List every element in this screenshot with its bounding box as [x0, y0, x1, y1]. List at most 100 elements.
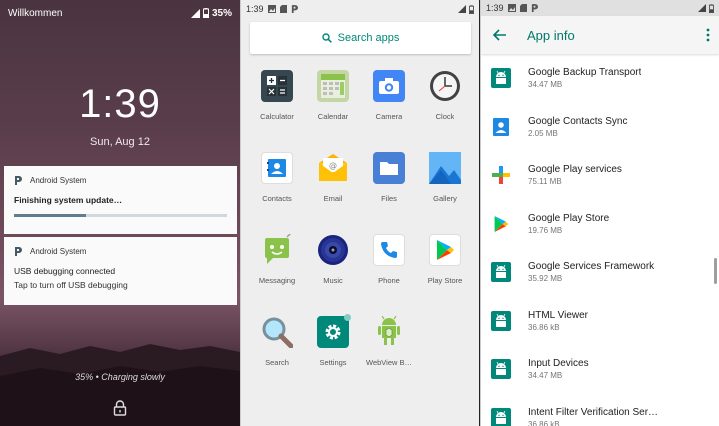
- app-size: 36.86 kB: [528, 419, 560, 426]
- carrier-label: Willkommen: [8, 7, 63, 19]
- android-icon: [491, 310, 511, 331]
- app-settings[interactable]: Settings: [305, 314, 361, 398]
- android-system-icon: [291, 5, 298, 13]
- app-list-row[interactable]: Google Backup Transport 34.47 MB: [481, 54, 719, 103]
- app-row-text: Google Contacts Sync 2.05 MB: [528, 116, 628, 138]
- lock-status-bar: Willkommen 35%: [0, 0, 240, 26]
- app-phone[interactable]: Phone: [361, 234, 417, 316]
- app-name: HTML Viewer: [528, 309, 589, 321]
- search-placeholder: Search apps: [337, 32, 400, 44]
- app-webview-browser[interactable]: WebView B…: [361, 316, 417, 398]
- more-options-button[interactable]: [697, 28, 719, 42]
- app-name: Google Play Store: [528, 212, 610, 224]
- app-label: Search: [265, 358, 289, 367]
- app-size: 75.11 MB: [528, 177, 562, 187]
- webview-icon: [373, 316, 405, 348]
- android-system-icon: [15, 247, 22, 256]
- app-list-row[interactable]: Google Contacts Sync 2.05 MB: [481, 103, 719, 152]
- app-list-row[interactable]: Google Play services 75.11 MB: [481, 151, 719, 200]
- notification-text: Tap to turn off USB debugging: [14, 280, 128, 290]
- app-contacts[interactable]: Contacts: [249, 152, 305, 234]
- phone-icon: [373, 234, 405, 266]
- list-scrollbar[interactable]: [714, 258, 717, 284]
- play-store-icon: [429, 234, 461, 266]
- app-label: Email: [323, 194, 343, 203]
- app-label: Messaging: [258, 276, 296, 285]
- contacts-icon: [261, 152, 293, 184]
- app-list-row[interactable]: Input Devices 34.47 MB: [481, 345, 719, 394]
- files-icon: [373, 152, 405, 184]
- app-search[interactable]: Search: [249, 316, 305, 398]
- android-icon: [491, 359, 511, 380]
- app-row-text: Google Play Store 19.76 MB: [528, 213, 609, 235]
- battery-icon: [202, 8, 209, 18]
- notification-title: USB debugging connected: [14, 266, 116, 276]
- image-notification-icon: [267, 5, 276, 13]
- play-store-icon: [491, 214, 511, 234]
- notification-usb-debugging[interactable]: Android System USB debugging connected T…: [4, 237, 237, 305]
- app-calendar[interactable]: Calendar: [305, 70, 361, 152]
- camera-icon: [373, 70, 405, 102]
- app-camera[interactable]: Camera: [361, 70, 417, 152]
- android-system-icon: [531, 4, 538, 12]
- app-name: Google Play services: [528, 164, 622, 176]
- app-list-row[interactable]: HTML Viewer 36.86 kB: [481, 297, 719, 346]
- app-list-row[interactable]: Google Services Framework 35.92 MB: [481, 248, 719, 297]
- app-size: 36.86 kB: [528, 322, 560, 332]
- battery-icon: [709, 3, 714, 13]
- lock-clock: 1:39: [79, 82, 161, 126]
- app-gallery[interactable]: Gallery: [417, 152, 473, 234]
- app-label: Camera: [375, 112, 403, 121]
- signal-icon: [458, 5, 466, 13]
- back-button[interactable]: [481, 29, 519, 41]
- notification-app-name: Android System: [30, 176, 87, 185]
- app-name: Intent Filter Verification Ser…: [528, 406, 659, 418]
- app-files[interactable]: Files: [361, 152, 417, 234]
- app-messaging[interactable]: Messaging: [249, 234, 305, 316]
- app-row-text: Google Services Framework 35.92 MB: [528, 261, 654, 283]
- page-title: App info: [527, 27, 575, 43]
- signal-icon: [190, 8, 200, 18]
- signal-icon: [698, 4, 706, 12]
- app-music[interactable]: Music: [305, 234, 361, 316]
- svg-text:@: @: [329, 161, 337, 170]
- app-row-text: HTML Viewer 36.86 kB: [528, 310, 588, 332]
- app-label: Clock: [435, 112, 455, 121]
- app-name: Google Backup Transport: [528, 67, 642, 79]
- messaging-icon: [261, 234, 293, 266]
- update-progress-bar: [14, 214, 227, 217]
- notification-system-update[interactable]: Android System Finishing system update…: [4, 166, 237, 234]
- app-size: 19.76 MB: [528, 225, 563, 235]
- app-row-text: Google Backup Transport 34.47 MB: [528, 67, 641, 89]
- app-info-toolbar: App info: [481, 16, 719, 54]
- lock-icon[interactable]: [113, 400, 127, 416]
- battery-icon: [469, 4, 474, 14]
- app-list-row[interactable]: Intent Filter Verification Ser… 36.86 kB: [481, 394, 719, 426]
- app-name: Google Services Framework: [528, 261, 655, 273]
- search-apps-field[interactable]: Search apps: [250, 22, 471, 54]
- sd-card-icon: [519, 4, 527, 12]
- app-email[interactable]: @ Email: [305, 152, 361, 234]
- clock-icon: [429, 70, 461, 102]
- app-calculator[interactable]: Calculator: [249, 70, 305, 152]
- lock-screen: Willkommen 35% 1:39 Sun, Aug 12 Android …: [0, 0, 240, 426]
- notification-app-name: Android System: [30, 247, 87, 256]
- more-vert-icon: [706, 28, 710, 42]
- app-label: Settings: [319, 358, 347, 367]
- app-size: 2.05 MB: [528, 128, 558, 138]
- app-play-store[interactable]: Play Store: [417, 234, 473, 316]
- app-list-row[interactable]: Google Play Store 19.76 MB: [481, 200, 719, 249]
- app-label: Calculator: [260, 112, 294, 121]
- app-label: Files: [381, 194, 397, 203]
- play-services-icon: [491, 165, 511, 185]
- installed-apps-list: Google Backup Transport 34.47 MB Google Co…: [481, 54, 719, 426]
- app-clock[interactable]: Clock: [417, 70, 473, 152]
- search-icon: [321, 33, 332, 43]
- gallery-icon: [429, 152, 461, 184]
- music-icon: [317, 234, 349, 266]
- charging-status: 35% • Charging slowly: [75, 372, 165, 382]
- image-notification-icon: [507, 4, 516, 12]
- settings-icon: [317, 314, 351, 348]
- drawer-status-bar: 1:39: [241, 0, 479, 18]
- battery-percent: 35%: [211, 7, 232, 19]
